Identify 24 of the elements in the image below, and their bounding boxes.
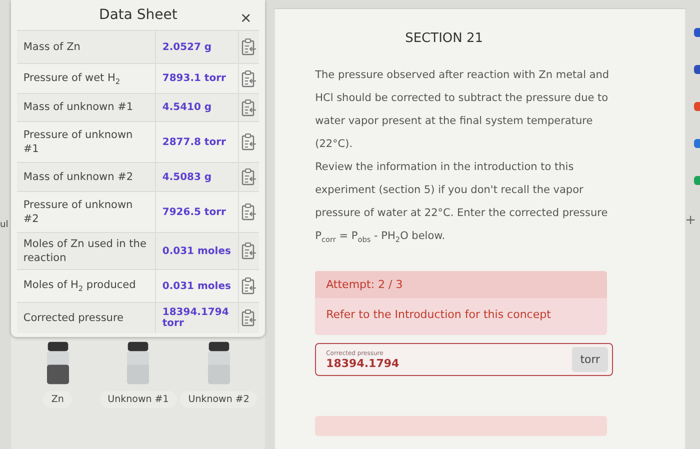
row-label: Mass of Zn [22, 40, 82, 54]
close-button[interactable]: × [240, 8, 252, 29]
row-label: Corrected pressure [22, 310, 124, 326]
instruction-text: Review the information in the introduction to this experiment (section 5) if you don't recall the vapor pressure of water at 22°C. Enter the corrected pressure P$_{corr}$ = P$_{obs}$ - PH$_{2}$O below. [315, 160, 609, 246]
row-label: Mass of unknown #1 [22, 100, 134, 115]
sample-label[interactable]: Unknown #1 [100, 391, 177, 408]
panel-title: Data Sheet [99, 7, 178, 23]
attempt-count: Attempt: 2 / 3 [315, 271, 608, 298]
hint-text: Refer to the Introduction for this concept [325, 307, 552, 324]
sample-label[interactable]: Unknown #2 [180, 391, 258, 408]
field-value: 18394.1794 [326, 356, 400, 370]
row-label: Moles of H$_{2}$ produced [22, 278, 137, 294]
section-title: SECTION 21 [405, 31, 484, 46]
row-label: Pressure of unknown #2 [22, 198, 134, 226]
row-label: Mass of unknown #2 [22, 170, 134, 184]
add-icon[interactable]: + [685, 213, 696, 228]
row-label: Moles of Zn used in the reaction [22, 236, 148, 266]
row-label: Pressure of wet H$_{2}$ [22, 70, 122, 86]
row-label: Pressure of unknown #1 [22, 128, 134, 156]
row-value: 18394.1794 torr [155, 303, 240, 333]
sample-label[interactable]: Zn [43, 391, 72, 408]
unit-label: torr [572, 347, 608, 372]
cut-text: ul [0, 220, 10, 230]
instruction-text: The pressure observed after reaction with Zn metal and HCl should be corrected to subtract the pressure due to water vapor present at the final system temperature (22°C). [315, 68, 610, 152]
